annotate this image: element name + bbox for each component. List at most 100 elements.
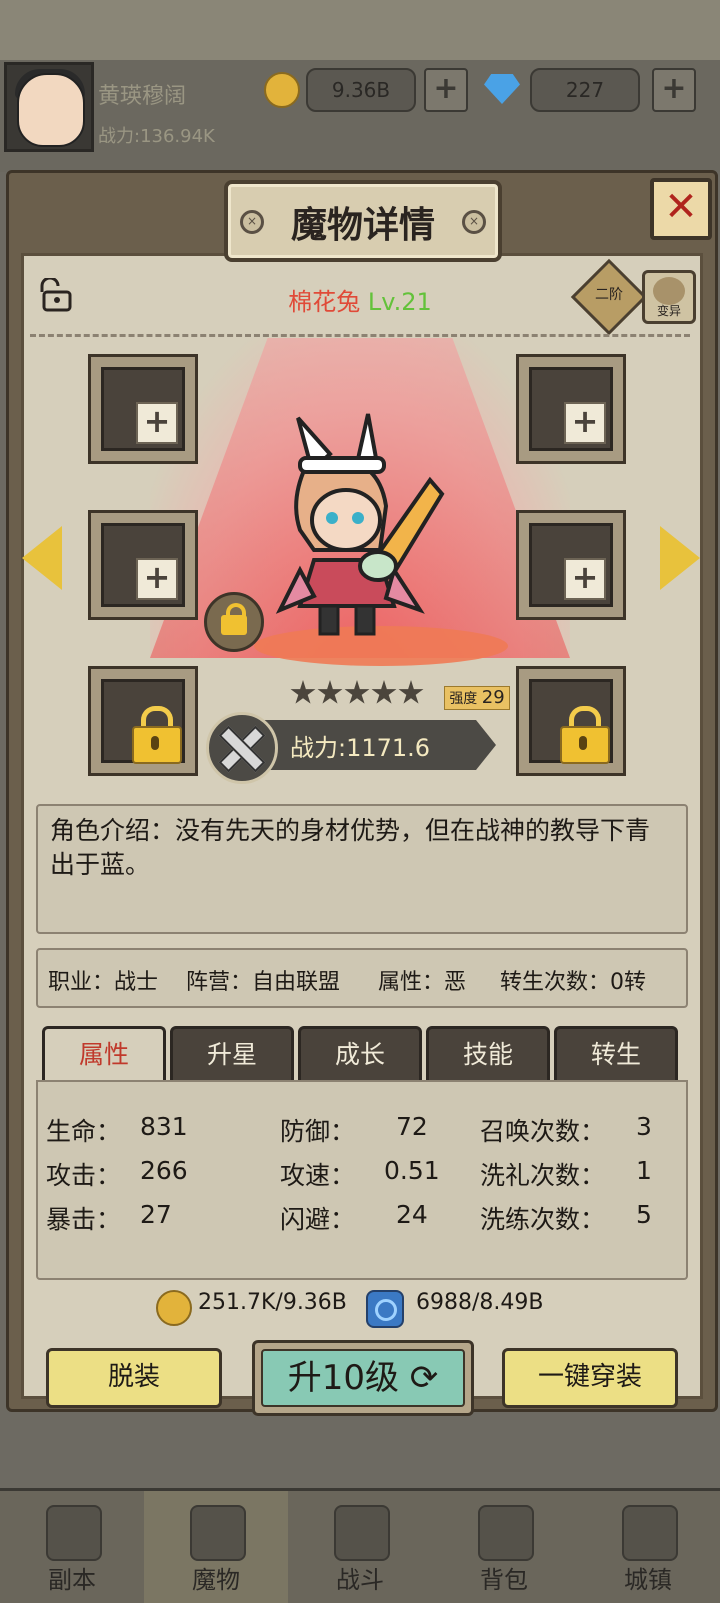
stat-value: 27: [140, 1200, 172, 1229]
attribute-info: 属性：恶: [378, 970, 467, 995]
close-button[interactable]: ✕: [650, 178, 712, 240]
star-icon: [344, 680, 370, 704]
stat-label: 闪避：: [280, 1205, 356, 1234]
plus-icon: +: [136, 558, 178, 600]
tab-skills[interactable]: 技能: [426, 1026, 550, 1086]
stat-value: 24: [396, 1200, 428, 1229]
nav-label: 城镇: [624, 1566, 672, 1594]
stat-label: 攻击：: [46, 1161, 122, 1190]
stat-label: 暴击：: [46, 1205, 122, 1234]
equip-all-button[interactable]: 一键穿装: [502, 1348, 678, 1408]
stat-value: 0.51: [384, 1156, 440, 1185]
stat-value: 72: [396, 1112, 428, 1141]
stat-value: 5: [636, 1200, 652, 1229]
equip-slot-2[interactable]: +: [516, 354, 626, 464]
mutate-label: 变异: [656, 304, 681, 318]
nav-town[interactable]: 城镇: [576, 1491, 720, 1603]
nav-battle[interactable]: 战斗: [288, 1491, 432, 1603]
player-avatar[interactable]: [4, 62, 94, 152]
monster-name: 棉花兔: [288, 288, 361, 316]
previous-monster-arrow-icon[interactable]: [22, 526, 62, 590]
helmet-icon: [190, 1505, 246, 1561]
backpack-icon: [478, 1505, 534, 1561]
unequip-button[interactable]: 脱装: [46, 1348, 222, 1408]
equip-slot-3[interactable]: +: [88, 510, 198, 620]
avatar-face: [17, 73, 85, 147]
lock-monster-button[interactable]: [204, 592, 264, 652]
shop-icon: [622, 1505, 678, 1561]
job-info: 职业：战士: [48, 970, 159, 995]
essence-swirl-icon: [366, 1290, 404, 1328]
crossed-swords-icon: [334, 1505, 390, 1561]
stat-value: 831: [140, 1112, 188, 1141]
essence-cost: 6988/8.49B: [416, 1290, 544, 1315]
tab-growth[interactable]: 成长: [298, 1026, 422, 1086]
add-gold-button[interactable]: +: [424, 68, 468, 112]
tier-label: 二阶: [595, 287, 623, 303]
nav-label: 副本: [48, 1566, 96, 1594]
star-icon: [371, 680, 397, 704]
upgrade-10-button[interactable]: 升10级 ⟳: [252, 1340, 474, 1416]
player-name: 黄瑛穆阔: [98, 84, 187, 109]
nav-label: 魔物: [192, 1566, 240, 1594]
star-rating: [290, 680, 425, 710]
stat-label: 攻速：: [280, 1161, 356, 1190]
nav-label: 背包: [480, 1566, 528, 1594]
equip-slot-1[interactable]: +: [88, 354, 198, 464]
bottom-nav: 副本 魔物 战斗 背包 城镇: [0, 1488, 720, 1603]
upgrade-label: 升10级: [287, 1358, 399, 1398]
padlock-icon: [560, 706, 610, 764]
title-ornament-right-icon: ×: [462, 210, 486, 234]
add-gem-button[interactable]: +: [652, 68, 696, 112]
stat-label: 生命：: [46, 1117, 122, 1146]
nav-dungeon[interactable]: 副本: [0, 1491, 144, 1603]
stat-value: 266: [140, 1156, 188, 1185]
strength-badge: 强度 29: [444, 686, 510, 710]
star-icon: [290, 680, 316, 704]
equip-slot-6-locked[interactable]: [516, 666, 626, 776]
map-icon: [46, 1505, 102, 1561]
cotton-rabbit-character: [275, 413, 445, 636]
reborn-info: 转生次数：0转: [500, 970, 646, 995]
equip-slot-5-locked[interactable]: [88, 666, 198, 776]
skull-icon: [653, 277, 685, 305]
equip-slot-4[interactable]: +: [516, 510, 626, 620]
description-box: 角色介绍：没有先天的身材优势，但在战神的教导下青出于蓝。: [36, 804, 688, 934]
stat-label: 召唤次数：: [480, 1117, 606, 1146]
nav-backpack[interactable]: 背包: [432, 1491, 576, 1603]
description-text: 角色介绍：没有先天的身材优势，但在战神的教导下青出于蓝。: [50, 816, 651, 879]
gold-coin-icon: [156, 1290, 192, 1326]
info-bar: 职业：战士 阵营：自由联盟 属性：恶 转生次数：0转: [36, 948, 688, 1008]
camp-info: 阵营：自由联盟: [186, 970, 341, 995]
player-power: 战力:136.94K: [98, 126, 215, 147]
mutate-button[interactable]: 变异: [642, 270, 696, 324]
nav-label: 战斗: [336, 1566, 384, 1594]
panel-title-box: × 魔物详情 ×: [224, 180, 502, 262]
next-monster-arrow-icon[interactable]: [660, 526, 700, 590]
crossed-swords-icon: [206, 712, 278, 784]
star-icon: [398, 680, 424, 704]
star-icon: [317, 680, 343, 704]
tab-reborn[interactable]: 转生: [554, 1026, 678, 1086]
stat-value: 3: [636, 1112, 652, 1141]
monster-level: Lv.21: [367, 288, 432, 316]
gold-cost: 251.7K/9.36B: [198, 1290, 347, 1315]
stat-label: 防御：: [280, 1117, 356, 1146]
gold-coin-icon: [264, 72, 300, 108]
panel-title: 魔物详情: [290, 205, 435, 246]
tab-star-up[interactable]: 升星: [170, 1026, 294, 1086]
padlock-icon: [132, 706, 182, 764]
plus-icon: +: [136, 402, 178, 444]
refresh-icon: ⟳: [409, 1358, 439, 1398]
tab-attributes[interactable]: 属性: [42, 1026, 166, 1085]
background-top: [0, 0, 720, 60]
plus-icon: +: [564, 558, 606, 600]
nav-monsters[interactable]: 魔物: [144, 1491, 288, 1603]
stat-label: 洗练次数：: [480, 1205, 606, 1234]
plus-icon: +: [564, 402, 606, 444]
gem-amount: 227: [530, 68, 640, 112]
strength-label: 强度: [449, 691, 478, 707]
monster-power: 战力:1171.6: [290, 734, 431, 762]
divider: [30, 334, 690, 337]
strength-value: 29: [481, 687, 505, 708]
